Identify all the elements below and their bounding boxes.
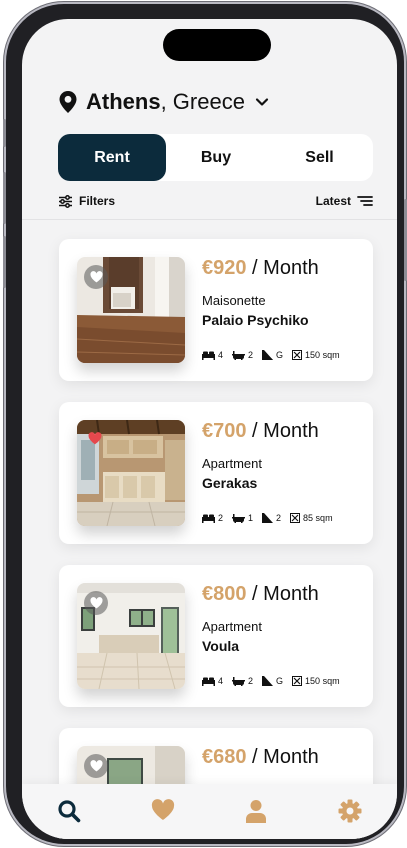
volume-down-button (3, 236, 6, 288)
listing-photo (77, 583, 185, 689)
listing-type: Apartment (202, 619, 262, 634)
beds-count: 4 (218, 350, 224, 360)
listing-price: €680 / Month (202, 746, 319, 768)
expand-area-icon (292, 350, 303, 360)
heart-filled-icon (88, 431, 102, 444)
listing-type: Apartment (202, 456, 262, 471)
stairs-icon (262, 676, 274, 686)
bath-icon (232, 350, 246, 360)
user-icon (246, 800, 267, 823)
floor-level: 2 (276, 513, 282, 523)
location-pin-icon (59, 91, 77, 113)
beds-count: 2 (218, 513, 224, 523)
favorite-toggle[interactable] (84, 265, 108, 289)
phone-frame: Athens , Greece Rent Buy Sell Filters La… (3, 4, 407, 844)
expand-area-icon (290, 513, 301, 523)
expand-area-icon (292, 676, 303, 686)
tab-rent[interactable]: Rent (58, 134, 166, 181)
bath-icon (232, 676, 246, 686)
size-sqm: 85 sqm (303, 513, 333, 523)
listing-type: Maisonette (202, 293, 266, 308)
floor-level: G (276, 676, 284, 686)
filters-label: Filters (79, 194, 116, 208)
favorite-toggle[interactable] (83, 426, 107, 450)
location-country: , Greece (160, 89, 245, 114)
search-icon (58, 800, 81, 823)
listing-price: €800 / Month (202, 583, 319, 605)
listing-price: €920 / Month (202, 257, 319, 279)
listing-features: 2 1 2 85 sqm (202, 513, 342, 523)
listing-card[interactable]: €700 / Month Apartment Gerakas 2 1 2 85 … (59, 402, 373, 544)
bath-icon (232, 513, 246, 523)
heart-icon (89, 760, 103, 772)
bed-icon (202, 351, 215, 360)
listing-features: 4 2 G 150 sqm (202, 350, 349, 360)
listing-photo (77, 420, 185, 526)
listing-mode-segment: Rent Buy Sell (58, 134, 373, 181)
location-selector[interactable]: Athens , Greece (58, 89, 269, 115)
bed-icon (202, 677, 215, 686)
divider (22, 219, 397, 220)
location-city: Athens (86, 89, 161, 114)
tab-profile[interactable] (236, 799, 276, 825)
baths-count: 2 (248, 676, 254, 686)
app-screen: Athens , Greece Rent Buy Sell Filters La… (22, 19, 397, 839)
gear-icon (338, 799, 362, 823)
side-button (3, 119, 6, 147)
volume-up-button (3, 172, 6, 224)
sliders-icon (59, 194, 72, 208)
baths-count: 2 (248, 350, 254, 360)
tab-settings[interactable] (330, 799, 370, 825)
beds-count: 4 (218, 676, 224, 686)
stairs-icon (262, 513, 274, 523)
tab-sell[interactable]: Sell (266, 134, 373, 181)
dynamic-island (163, 29, 271, 61)
listing-features: 4 2 G 150 sqm (202, 676, 349, 686)
listing-card[interactable]: €920 / Month Maisonette Palaio Psychiko … (59, 239, 373, 381)
bottom-tab-bar (22, 784, 397, 839)
size-sqm: 150 sqm (305, 350, 340, 360)
chevron-down-icon (255, 98, 269, 106)
listing-area: Voula (202, 638, 240, 654)
heart-icon (151, 799, 174, 820)
listing-area: Gerakas (202, 475, 258, 491)
heart-icon (89, 271, 103, 283)
baths-count: 1 (248, 513, 254, 523)
listing-price: €700 / Month (202, 420, 319, 442)
tab-search[interactable] (49, 799, 89, 825)
stairs-icon (262, 350, 274, 360)
favorite-toggle[interactable] (84, 754, 108, 778)
sort-label: Latest (315, 194, 351, 208)
listing-photo (77, 257, 185, 363)
size-sqm: 150 sqm (305, 676, 340, 686)
listing-card[interactable]: €800 / Month Apartment Voula 4 2 G 150 s… (59, 565, 373, 707)
tab-favorites[interactable] (143, 799, 183, 825)
floor-level: G (276, 350, 284, 360)
tab-buy[interactable]: Buy (166, 134, 266, 181)
favorite-toggle[interactable] (84, 591, 108, 615)
sort-button[interactable]: Latest (316, 194, 373, 208)
listing-area: Palaio Psychiko (202, 312, 309, 328)
heart-icon (89, 597, 103, 609)
bed-icon (202, 514, 215, 523)
filters-button[interactable]: Filters (58, 194, 115, 208)
sort-icon (357, 196, 373, 206)
